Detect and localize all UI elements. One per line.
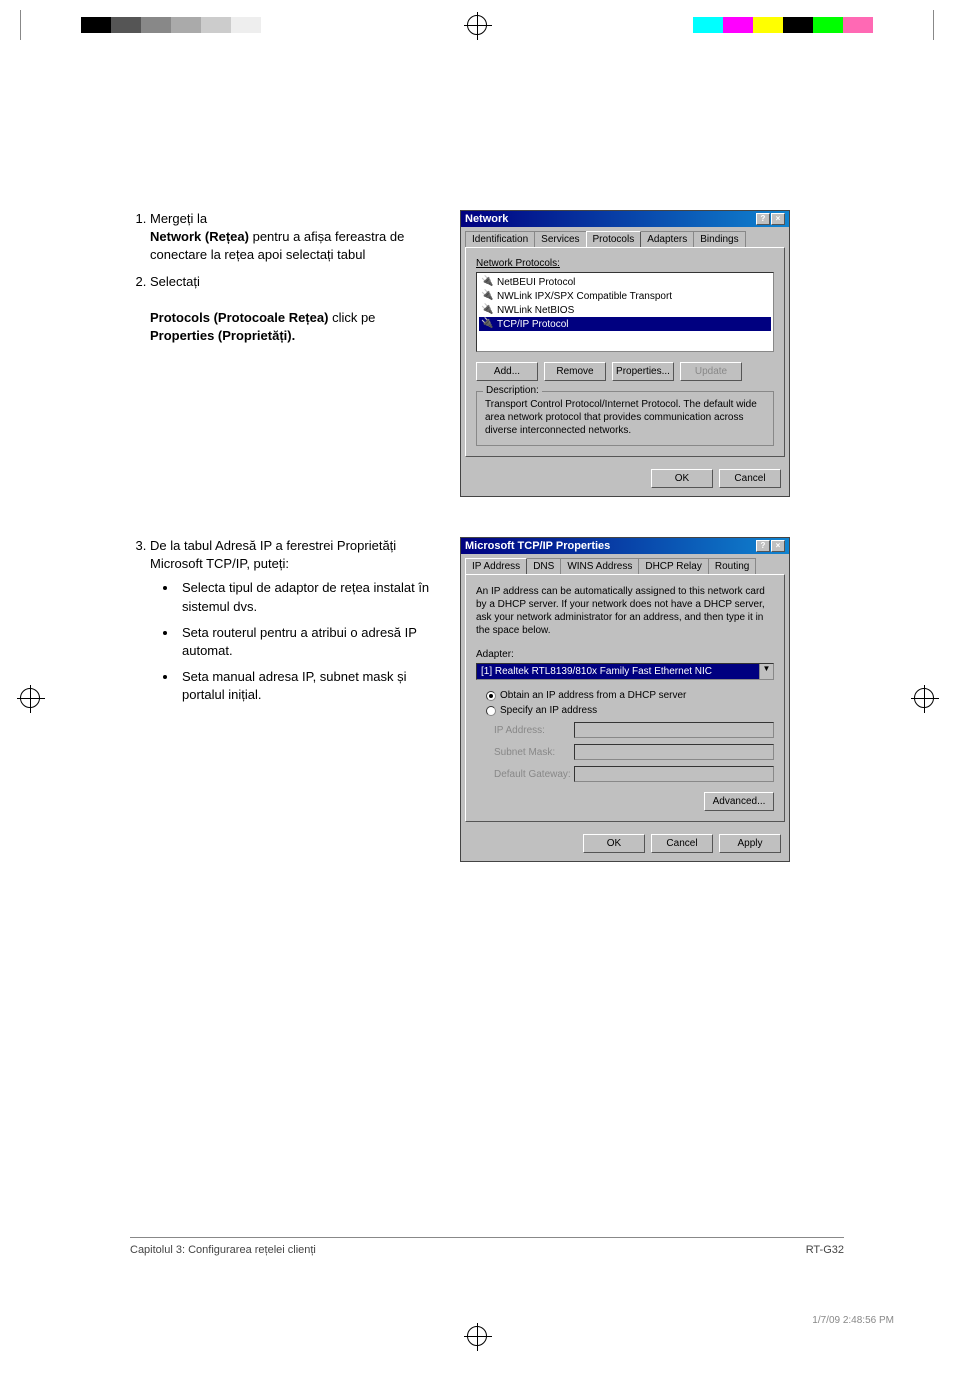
step2-bold1: Protocols (Protocoale Rețea) (150, 310, 328, 325)
update-button: Update (680, 362, 742, 381)
apply-button[interactable]: Apply (719, 834, 781, 853)
tab-identification[interactable]: Identification (465, 231, 535, 247)
step3-bullet: Seta manual adresa IP, subnet mask și po… (178, 668, 430, 704)
list-item[interactable]: 🔌NWLink IPX/SPX Compatible Transport (479, 289, 771, 303)
tab-adapters[interactable]: Adapters (640, 231, 694, 247)
registration-mark-icon (467, 1326, 487, 1346)
ok-button[interactable]: OK (583, 834, 645, 853)
step2-text: click pe (332, 310, 375, 325)
chevron-down-icon[interactable]: ▼ (759, 664, 773, 679)
radio-icon (486, 706, 496, 716)
list-item[interactable]: 🔌NWLink NetBIOS (479, 303, 771, 317)
instruction-row-1: Mergeți la Network (Rețea) pentru a afiș… (130, 210, 844, 497)
page-footer: Capitolul 3: Configurarea rețelei clienț… (130, 1237, 844, 1256)
tab-ip-address[interactable]: IP Address (465, 558, 527, 574)
step2-lead: Selectați (150, 274, 200, 289)
ip-address-input (574, 722, 774, 738)
step3-bullet: Seta routerul pentru a atribui o adresă … (178, 624, 430, 660)
network-protocols-label: Network Protocols: (476, 258, 774, 269)
tab-dhcp-relay[interactable]: DHCP Relay (638, 558, 709, 574)
tab-dns[interactable]: DNS (526, 558, 561, 574)
protocols-listbox[interactable]: 🔌NetBEUI Protocol 🔌NWLink IPX/SPX Compat… (476, 272, 774, 352)
tab-wins[interactable]: WINS Address (560, 558, 639, 574)
step1-bold: Network (Rețea) (150, 229, 249, 244)
add-button[interactable]: Add... (476, 362, 538, 381)
cancel-button[interactable]: Cancel (719, 469, 781, 488)
tab-bindings[interactable]: Bindings (693, 231, 745, 247)
description-label: Description: (483, 385, 542, 396)
radio-icon (486, 691, 496, 701)
adapter-dropdown[interactable]: [1] Realtek RTL8139/810x Family Fast Eth… (476, 663, 774, 680)
help-icon[interactable]: ? (756, 213, 770, 225)
subnet-mask-label: Subnet Mask: (494, 747, 574, 758)
protocol-icon: 🔌 (481, 276, 493, 288)
properties-button[interactable]: Properties... (612, 362, 674, 381)
dialog2-title: Microsoft TCP/IP Properties (465, 540, 610, 552)
footer-model: RT-G32 (806, 1244, 844, 1256)
advanced-button[interactable]: Advanced... (704, 792, 774, 811)
protocol-icon: 🔌 (481, 304, 493, 316)
default-gateway-label: Default Gateway: (494, 769, 574, 780)
close-icon[interactable]: × (771, 540, 785, 552)
protocol-icon: 🔌 (481, 318, 493, 330)
remove-button[interactable]: Remove (544, 362, 606, 381)
radio-specify[interactable]: Specify an IP address (486, 705, 774, 716)
step3-bullet: Selecta tipul de adaptor de rețea instal… (178, 579, 430, 615)
instruction-row-2: De la tabul Adresă IP a ferestrei Propri… (130, 537, 844, 862)
description-groupbox: Description: Transport Control Protocol/… (476, 391, 774, 446)
adapter-label: Adapter: (476, 649, 774, 660)
step3-lead: De la tabul Adresă IP a ferestrei Propri… (150, 538, 396, 571)
step1-lead: Mergeți la (150, 211, 207, 226)
radio-dhcp-label: Obtain an IP address from a DHCP server (500, 690, 686, 701)
step-1: Mergeți la Network (Rețea) pentru a afiș… (150, 210, 430, 265)
protocol-icon: 🔌 (481, 290, 493, 302)
step2-bold2: Properties (Proprietăți). (150, 328, 295, 343)
info-text: An IP address can be automatically assig… (476, 585, 774, 637)
step-3: De la tabul Adresă IP a ferestrei Propri… (150, 537, 430, 705)
footer-chapter: Capitolul 3: Configurarea rețelei clienț… (130, 1244, 316, 1256)
step-2: Selectați Protocols (Protocoale Rețea) c… (150, 273, 430, 346)
tab-protocols[interactable]: Protocols (586, 231, 642, 247)
tab-routing[interactable]: Routing (708, 558, 756, 574)
help-icon[interactable]: ? (756, 540, 770, 552)
list-item-selected[interactable]: 🔌TCP/IP Protocol (479, 317, 771, 331)
ok-button[interactable]: OK (651, 469, 713, 488)
adapter-value: [1] Realtek RTL8139/810x Family Fast Eth… (477, 664, 759, 679)
radio-specify-label: Specify an IP address (500, 705, 597, 716)
ip-address-label: IP Address: (494, 725, 574, 736)
default-gateway-input (574, 766, 774, 782)
tab-services[interactable]: Services (534, 231, 586, 247)
tcpip-properties-dialog: Microsoft TCP/IP Properties ? × IP Addre… (460, 537, 790, 862)
description-text: Transport Control Protocol/Internet Prot… (485, 398, 765, 437)
subnet-mask-input (574, 744, 774, 760)
radio-dhcp[interactable]: Obtain an IP address from a DHCP server (486, 690, 774, 701)
cancel-button[interactable]: Cancel (651, 834, 713, 853)
pdf-timestamp: 1/7/09 2:48:56 PM (812, 1315, 894, 1326)
list-item[interactable]: 🔌NetBEUI Protocol (479, 275, 771, 289)
dialog1-title: Network (465, 213, 508, 225)
close-icon[interactable]: × (771, 213, 785, 225)
network-dialog: Network ? × Identification Services Prot… (460, 210, 790, 497)
